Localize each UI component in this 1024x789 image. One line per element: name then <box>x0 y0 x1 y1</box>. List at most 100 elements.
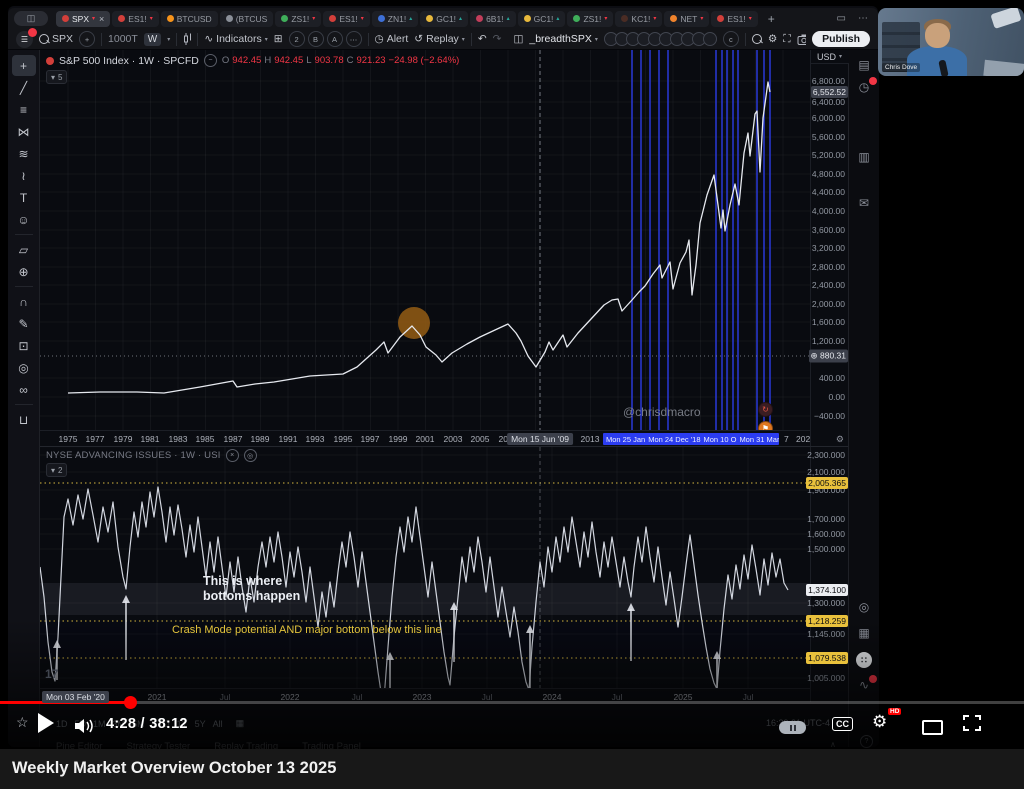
symbol-tab-gc1[interactable]: GC1!▴ <box>518 11 566 27</box>
hide-series-icon[interactable]: − <box>204 54 217 67</box>
symbol-tab-kc1[interactable]: KC1!▾ <box>615 11 662 27</box>
collapse-indicators-chip[interactable]: ▾5 <box>46 70 67 84</box>
price-axis[interactable]: USD▾ ⚙ 6,800.006,400.006,000.005,600.005… <box>810 50 849 702</box>
symbol-tab-zs1[interactable]: ZS1!▾ <box>567 11 613 27</box>
brush-tool[interactable]: ≀ <box>12 165 36 186</box>
calendar-icon[interactable]: ▦ <box>853 626 875 640</box>
elliott-wave-tool[interactable]: ≋ <box>12 143 36 164</box>
spx-pane[interactable]: S&P 500 Index · 1W · SPCFD − O942.45 H94… <box>40 50 810 430</box>
eye-icon[interactable]: ◎ <box>244 449 257 462</box>
replay-button[interactable]: ↺Replay▾ <box>414 33 465 45</box>
gann-fib-tool[interactable]: ≡ <box>12 99 36 120</box>
nyse-advancing-pane[interactable]: NYSE ADVANCING ISSUES · 1W · USI × ◎ ▾2 … <box>40 447 810 688</box>
emoji-tool[interactable]: ☺ <box>12 209 36 230</box>
trend-line-tool[interactable]: ╱ <box>12 77 36 98</box>
symbol-tab-es1[interactable]: ES1!▾ <box>112 11 158 27</box>
quick-button-3[interactable]: ⋯ <box>346 31 362 47</box>
pause-toggle[interactable] <box>779 721 806 734</box>
currency-selector[interactable]: USD▾ <box>811 50 849 64</box>
symbol-search-button[interactable]: SPX <box>39 33 73 45</box>
avatar[interactable] <box>703 32 717 46</box>
hide-series-icon[interactable]: × <box>226 449 239 462</box>
symbol-tab-es1[interactable]: ES1!▾ <box>323 11 369 27</box>
volume-button[interactable] <box>74 718 96 734</box>
layout-templates-button[interactable]: ⊞ <box>274 33 283 45</box>
layout-select-icon[interactable]: ◫ <box>513 33 523 45</box>
help-button[interactable]: ? <box>860 735 873 748</box>
bottoms-annotation[interactable]: This is wherebottoms happen <box>203 574 300 604</box>
fullscreen-button[interactable] <box>962 714 982 732</box>
symbol-tab-gc1[interactable]: GC1!▴ <box>420 11 468 27</box>
apps-grid-icon[interactable]: ∷ <box>856 652 872 668</box>
symbol-tab-es1[interactable]: ES1!▾ <box>711 11 757 27</box>
layers-icon[interactable]: ▥ <box>853 150 875 164</box>
nyse-legend[interactable]: NYSE ADVANCING ISSUES · 1W · USI × ◎ <box>46 449 257 462</box>
crash-mode-annotation[interactable]: Crash Mode potential AND major bottom be… <box>172 624 442 636</box>
sync-drawings-tool[interactable]: ∞ <box>12 379 36 400</box>
symbol-tab-btcus[interactable]: (BTCUS <box>220 11 274 27</box>
fullscreen-icon[interactable]: ⛶ <box>783 33 790 46</box>
more-tabs-button[interactable]: ⋯ <box>858 13 868 24</box>
quick-button-1[interactable]: B <box>308 31 324 47</box>
go-to-date-icon[interactable]: ▦ <box>236 718 245 729</box>
range-button-5y[interactable]: 5Y <box>195 719 206 729</box>
target-icon[interactable]: ◎ <box>853 600 875 614</box>
compare-button[interactable]: + <box>79 31 95 47</box>
closed-captions-button[interactable]: CC <box>832 717 853 731</box>
candles-style-icon[interactable] <box>183 32 191 46</box>
settings-gear-icon[interactable]: ⚙ <box>768 33 777 45</box>
alerts-clock-icon[interactable]: ◷ <box>853 80 875 94</box>
layout-name-button[interactable]: _breadthSPX▾ <box>529 33 597 45</box>
measure-tool[interactable]: ▱ <box>12 239 36 260</box>
symbol-tab-spx[interactable]: SPX▾× <box>56 11 110 27</box>
remove-drawings-tool[interactable]: ⊔ <box>12 409 36 430</box>
copyright-avatar[interactable]: c <box>723 31 739 47</box>
xabcd-pattern-tool[interactable]: ⋈ <box>12 121 36 142</box>
chevron-down-icon[interactable]: ▾ <box>167 36 170 43</box>
favorite-star-icon[interactable]: ☆ <box>16 714 29 731</box>
publish-button[interactable]: Publish <box>812 31 870 47</box>
flag-sticker[interactable]: ⚑ <box>758 421 773 430</box>
close-tab-icon[interactable]: × <box>99 14 104 24</box>
cycle-sticker[interactable]: ↻ <box>758 402 773 417</box>
broadcast-icon[interactable]: ∿ <box>853 678 875 692</box>
range-button-1d[interactable]: 1D <box>56 719 68 729</box>
add-tab-button[interactable]: + <box>768 12 775 26</box>
indicators-button[interactable]: ∿Indicators▾ <box>204 33 267 45</box>
symbol-tab-zn1[interactable]: ZN1!▴ <box>372 11 418 27</box>
crosshair-tool[interactable]: + <box>12 55 36 76</box>
chevron-up-icon[interactable]: ∧ <box>830 740 836 749</box>
video-progress-knob[interactable] <box>124 696 137 709</box>
magnet-tool[interactable]: ∩ <box>12 291 36 312</box>
menu-button[interactable]: ☰ <box>16 31 33 48</box>
quick-button-2[interactable]: A <box>327 31 343 47</box>
interval-button[interactable]: W <box>144 33 161 46</box>
hide-drawings-tool[interactable]: ◎ <box>12 357 36 378</box>
alert-button[interactable]: ◷Alert <box>375 33 409 45</box>
screen-share-icon[interactable]: ▭ <box>837 13 846 24</box>
symbol-tab-zs1[interactable]: ZS1!▾ <box>275 11 321 27</box>
redo-button[interactable]: ↷ <box>493 33 502 45</box>
chat-icon[interactable]: ✉ <box>853 196 875 210</box>
miniplayer-button[interactable] <box>922 720 943 735</box>
undo-button[interactable]: ↶ <box>478 33 487 45</box>
quick-button-0[interactable]: 2 <box>289 31 305 47</box>
play-button[interactable] <box>38 713 54 733</box>
lock-drawings-tool[interactable]: ⊡ <box>12 335 36 356</box>
symbol-tab-6b1[interactable]: 6B1!▴ <box>470 11 516 27</box>
axis-settings-gear-icon[interactable]: ⚙ <box>836 434 844 445</box>
video-progress-bar[interactable] <box>0 701 1024 704</box>
snapshot-camera-icon[interactable] <box>797 34 806 45</box>
symbol-tab-btcusd[interactable]: BTCUSD <box>161 11 218 27</box>
window-controls-button[interactable]: ◫ <box>14 11 48 26</box>
drawing-mode-tool[interactable]: ✎ <box>12 313 36 334</box>
symbol-tab-net[interactable]: NET▾ <box>664 11 709 27</box>
zoom-in-tool[interactable]: ⊕ <box>12 261 36 282</box>
spx-legend[interactable]: S&P 500 Index · 1W · SPCFD − O942.45 H94… <box>46 54 459 67</box>
range-button-all[interactable]: All <box>213 719 223 729</box>
collapse-indicators-chip[interactable]: ▾2 <box>46 463 67 477</box>
news-icon[interactable]: ▤ <box>853 58 875 72</box>
player-settings-gear-icon[interactable]: ⚙ <box>872 712 887 732</box>
text-tool[interactable]: T <box>12 187 36 208</box>
pane-divider[interactable] <box>40 446 848 447</box>
